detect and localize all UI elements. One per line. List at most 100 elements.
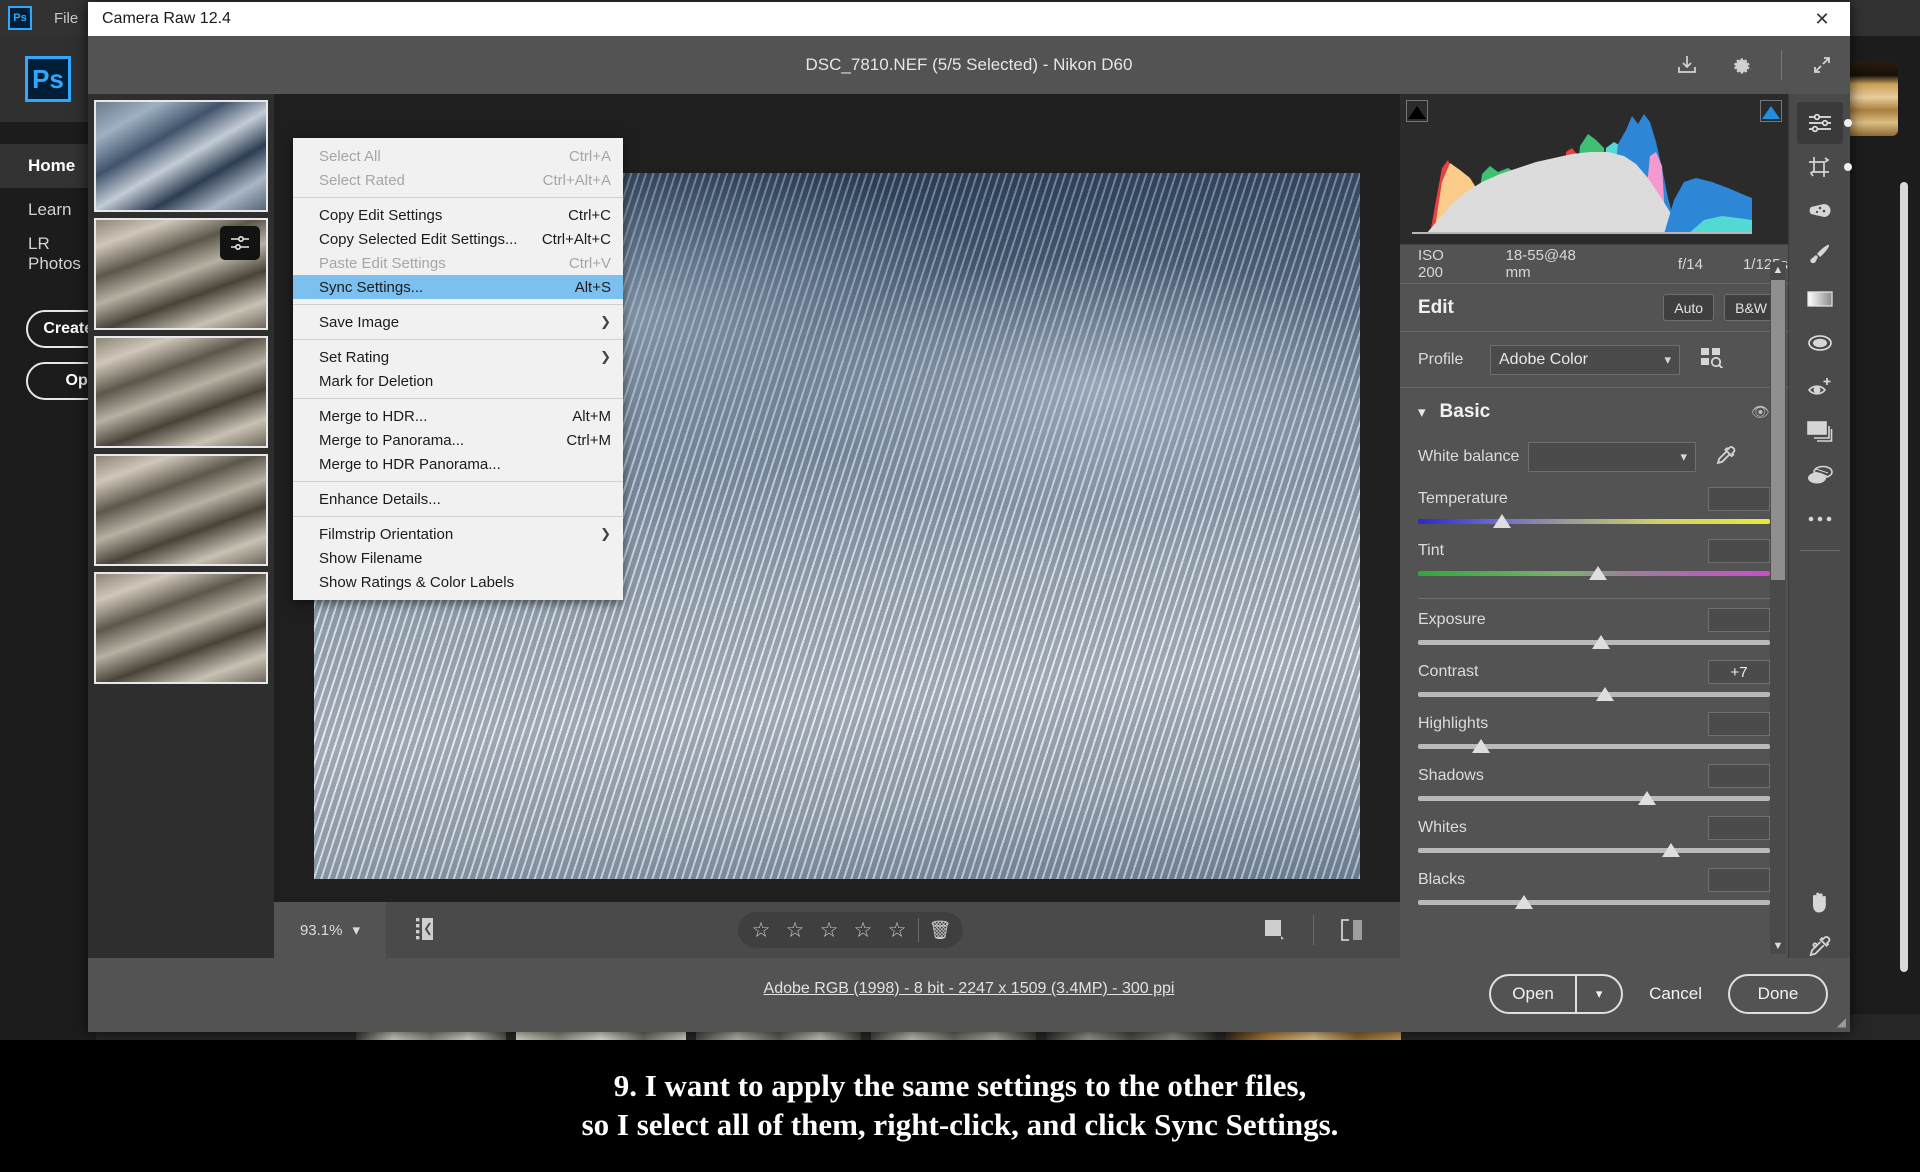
slider-value[interactable] bbox=[1708, 816, 1770, 840]
more-options-tool[interactable] bbox=[1797, 498, 1843, 540]
slider-track[interactable] bbox=[1418, 791, 1770, 807]
slider-blacks[interactable]: Blacks bbox=[1400, 867, 1788, 911]
chevron-down-icon[interactable]: ▾ bbox=[353, 921, 361, 939]
spot-removal-tool[interactable] bbox=[1797, 190, 1843, 232]
fullscreen-icon[interactable] bbox=[1808, 51, 1836, 79]
scroll-down-icon[interactable]: ▼ bbox=[1770, 938, 1786, 954]
slider-temperature[interactable]: Temperature bbox=[1400, 486, 1788, 530]
filmstrip-thumbnail[interactable] bbox=[94, 100, 268, 212]
basic-section-header[interactable]: ▾ Basic 👁 bbox=[1400, 388, 1788, 436]
slider-track[interactable] bbox=[1418, 566, 1770, 582]
slider-value[interactable] bbox=[1708, 868, 1770, 892]
slider-track[interactable] bbox=[1418, 895, 1770, 911]
slider-value[interactable] bbox=[1708, 487, 1770, 511]
slider-whites[interactable]: Whites bbox=[1400, 815, 1788, 859]
hand-tool[interactable] bbox=[1797, 881, 1843, 923]
edit-panel-scrollbar[interactable]: ▲ ▼ bbox=[1770, 262, 1786, 954]
eye-visibility-icon[interactable]: 👁 bbox=[1751, 403, 1770, 421]
menu-item-enhance-details[interactable]: Enhance Details... bbox=[293, 487, 623, 511]
graduated-filter-tool[interactable] bbox=[1797, 278, 1843, 320]
profile-browser-icon[interactable] bbox=[1700, 346, 1726, 373]
menu-file[interactable]: File bbox=[54, 10, 78, 27]
open-button-group[interactable]: Open ▾ bbox=[1489, 974, 1623, 1014]
masking-brush-tool[interactable] bbox=[1797, 234, 1843, 276]
rating-star-1[interactable]: ☆ bbox=[744, 918, 778, 943]
preview-toolbar: 93.1% ▾ ☆ ☆ ☆ ☆ ☆ bbox=[274, 902, 1400, 958]
slider-value[interactable]: +7 bbox=[1708, 660, 1770, 684]
menu-item-sync-settings[interactable]: Sync Settings...Alt+S bbox=[293, 275, 623, 299]
mark-for-deletion-icon[interactable]: 🗑 bbox=[923, 920, 957, 941]
filmstrip-thumbnail[interactable] bbox=[94, 218, 268, 330]
preferences-gear-icon[interactable] bbox=[1727, 51, 1755, 79]
rating-star-4[interactable]: ☆ bbox=[846, 918, 880, 943]
done-button[interactable]: Done bbox=[1728, 974, 1828, 1014]
slider-track[interactable] bbox=[1418, 635, 1770, 651]
filmstrip-thumbnail[interactable] bbox=[94, 336, 268, 448]
menu-item-filmstrip-orientation[interactable]: Filmstrip Orientation❯ bbox=[293, 522, 623, 546]
slider-knob[interactable] bbox=[1662, 843, 1680, 857]
rating-star-3[interactable]: ☆ bbox=[812, 918, 846, 943]
slider-exposure[interactable]: Exposure bbox=[1400, 607, 1788, 651]
sidebar-item-lr-photos[interactable]: LR Photos bbox=[0, 232, 96, 276]
slider-value[interactable] bbox=[1708, 539, 1770, 563]
crop-tool[interactable] bbox=[1797, 146, 1843, 188]
radial-filter-tool[interactable] bbox=[1797, 322, 1843, 364]
slider-knob[interactable] bbox=[1472, 739, 1490, 753]
slider-knob[interactable] bbox=[1589, 566, 1607, 580]
before-after-view-icon[interactable] bbox=[1328, 917, 1376, 943]
slider-track[interactable] bbox=[1418, 843, 1770, 859]
slider-knob[interactable] bbox=[1592, 635, 1610, 649]
slider-contrast[interactable]: Contrast+7 bbox=[1400, 659, 1788, 703]
slider-track[interactable] bbox=[1418, 514, 1770, 530]
menu-item-merge-to-hdr-panorama[interactable]: Merge to HDR Panorama... bbox=[293, 452, 623, 476]
profile-select[interactable]: Adobe Color ▾ bbox=[1490, 345, 1680, 375]
resize-grip-icon[interactable]: ◢ bbox=[1837, 1015, 1846, 1029]
snapshots-tool[interactable] bbox=[1797, 454, 1843, 496]
single-view-icon[interactable] bbox=[1251, 917, 1299, 943]
filmstrip-toggle-icon[interactable] bbox=[402, 915, 450, 945]
slider-highlights[interactable]: Highlights bbox=[1400, 711, 1788, 755]
menu-item-merge-to-hdr[interactable]: Merge to HDR...Alt+M bbox=[293, 404, 623, 428]
white-balance-select[interactable]: ▾ bbox=[1528, 442, 1696, 472]
menu-item-copy-selected-edit-settings[interactable]: Copy Selected Edit Settings...Ctrl+Alt+C bbox=[293, 227, 623, 251]
menu-item-copy-edit-settings[interactable]: Copy Edit SettingsCtrl+C bbox=[293, 203, 623, 227]
menu-item-save-image[interactable]: Save Image❯ bbox=[293, 310, 623, 334]
filmstrip-thumbnail[interactable] bbox=[94, 572, 268, 684]
menu-item-mark-for-deletion[interactable]: Mark for Deletion bbox=[293, 369, 623, 393]
red-eye-tool[interactable] bbox=[1797, 366, 1843, 408]
slider-value[interactable] bbox=[1708, 764, 1770, 788]
scrollbar-thumb[interactable] bbox=[1771, 280, 1785, 580]
slider-shadows[interactable]: Shadows bbox=[1400, 763, 1788, 807]
rating-star-2[interactable]: ☆ bbox=[778, 918, 812, 943]
rating-star-5[interactable]: ☆ bbox=[880, 918, 914, 943]
zoom-control[interactable]: 93.1% ▾ bbox=[274, 902, 386, 958]
chevron-down-icon[interactable]: ▾ bbox=[1577, 976, 1621, 1012]
cancel-button[interactable]: Cancel bbox=[1643, 984, 1708, 1004]
scroll-up-icon[interactable]: ▲ bbox=[1770, 262, 1786, 278]
slider-knob[interactable] bbox=[1515, 895, 1533, 909]
slider-track[interactable] bbox=[1418, 739, 1770, 755]
save-image-icon[interactable] bbox=[1673, 51, 1701, 79]
sidebar-item-learn[interactable]: Learn bbox=[0, 188, 96, 232]
highlight-clipping-icon[interactable] bbox=[1760, 100, 1782, 122]
slider-knob[interactable] bbox=[1638, 791, 1656, 805]
close-icon[interactable]: ✕ bbox=[1794, 2, 1850, 36]
auto-button[interactable]: Auto bbox=[1663, 294, 1714, 321]
presets-tool[interactable] bbox=[1797, 410, 1843, 452]
slider-tint[interactable]: Tint bbox=[1400, 538, 1788, 582]
menu-item-show-filename[interactable]: Show Filename bbox=[293, 546, 623, 570]
menu-item-show-ratings-color-labels[interactable]: Show Ratings & Color Labels bbox=[293, 570, 623, 594]
edit-tool[interactable] bbox=[1797, 102, 1843, 144]
slider-knob[interactable] bbox=[1493, 514, 1511, 528]
slider-value[interactable] bbox=[1708, 608, 1770, 632]
white-balance-eyedropper-icon[interactable] bbox=[1714, 443, 1738, 472]
slider-track[interactable] bbox=[1418, 687, 1770, 703]
slider-knob[interactable] bbox=[1596, 687, 1614, 701]
slider-value[interactable] bbox=[1708, 712, 1770, 736]
menu-item-set-rating[interactable]: Set Rating❯ bbox=[293, 345, 623, 369]
menu-item-merge-to-panorama[interactable]: Merge to Panorama...Ctrl+M bbox=[293, 428, 623, 452]
filmstrip-thumbnail[interactable] bbox=[94, 454, 268, 566]
photoshop-home-scrollbar[interactable] bbox=[1900, 182, 1908, 972]
open-button[interactable]: Open bbox=[1491, 976, 1575, 1012]
sidebar-item-home[interactable]: Home bbox=[0, 144, 96, 188]
